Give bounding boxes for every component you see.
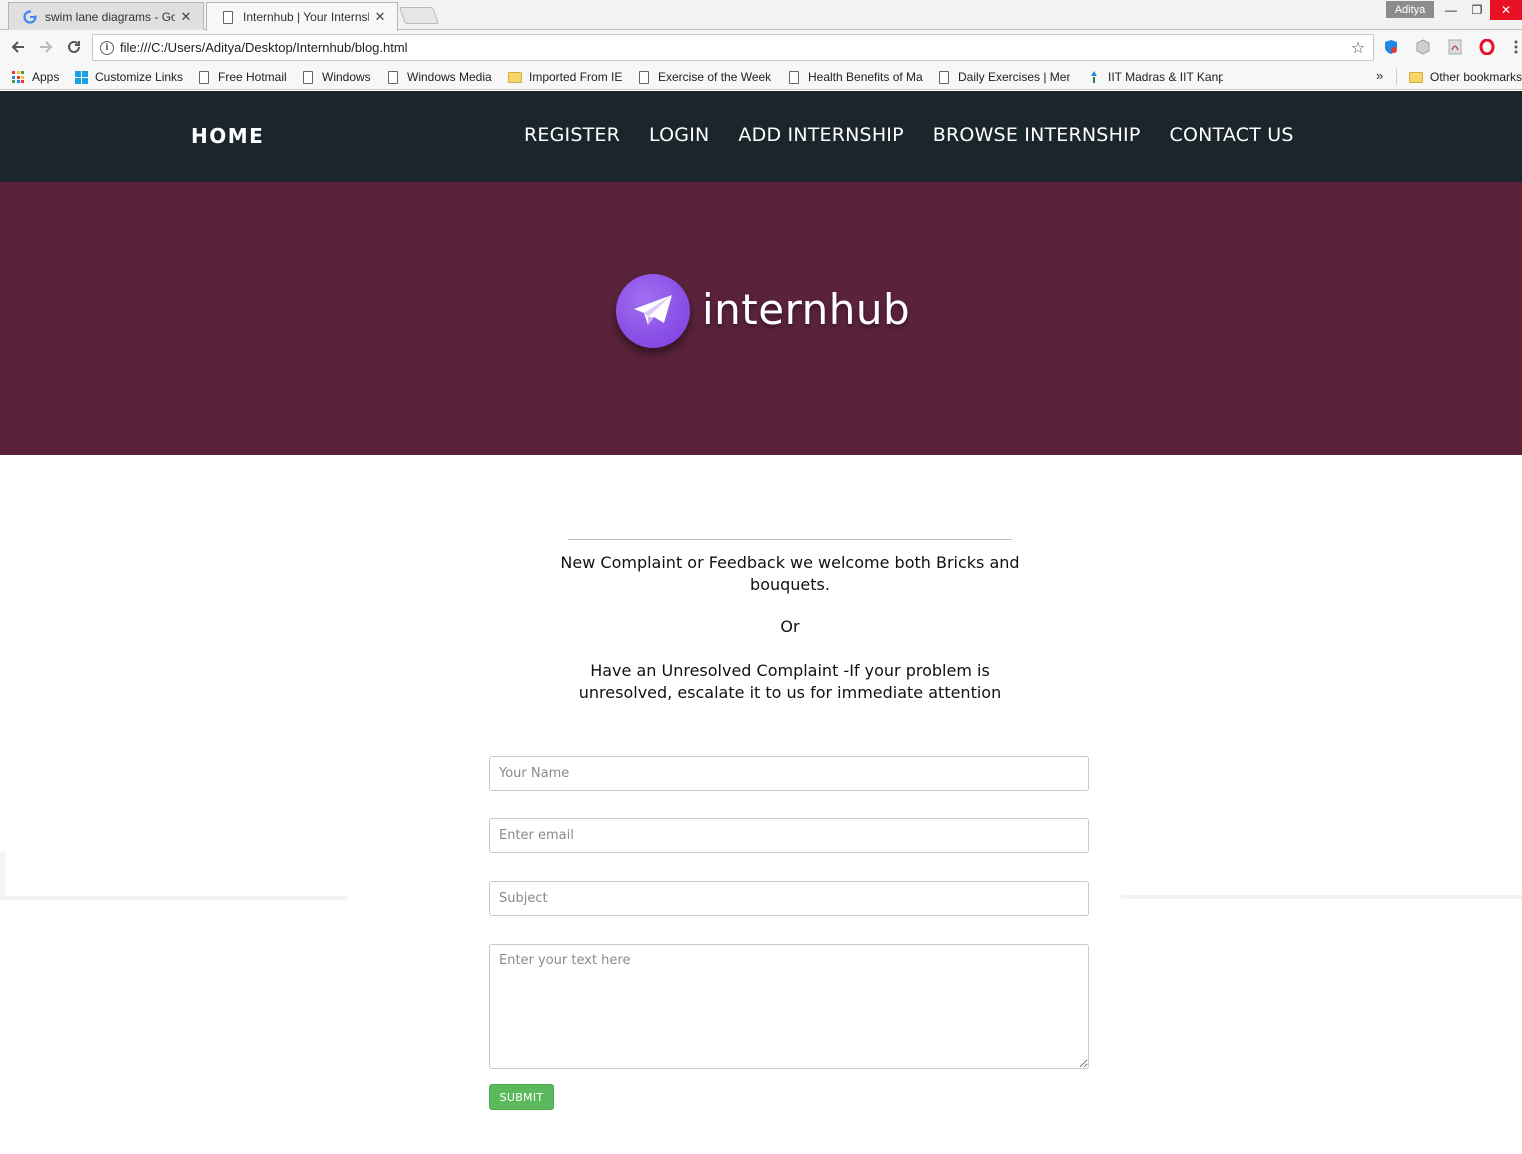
google-icon <box>23 10 37 24</box>
bookmark-label: Customize Links <box>95 70 184 84</box>
back-icon[interactable] <box>6 35 30 59</box>
nav-add-internship[interactable]: ADD INTERNSHIP <box>738 124 903 146</box>
bookmark-customize-links[interactable]: Customize Links <box>73 68 183 86</box>
logo-wordmark: internhub <box>702 285 911 334</box>
email-field[interactable] <box>489 818 1089 853</box>
tab-title: Internhub | Your Internsh <box>243 10 369 24</box>
bookmarks-overflow-icon[interactable]: » <box>1376 68 1383 83</box>
bookmark-label: IIT Madras & IIT Kanp <box>1108 70 1223 84</box>
opera-icon[interactable] <box>1478 38 1496 56</box>
nav-links: REGISTER LOGIN ADD INTERNSHIP BROWSE INT… <box>524 124 1323 146</box>
bookmark-apps[interactable]: Apps <box>10 68 59 86</box>
bookmark-free-hotmail[interactable]: Free Hotmail <box>196 68 287 86</box>
decorative-line-right <box>1121 895 1522 899</box>
nav-login[interactable]: LOGIN <box>649 124 709 146</box>
close-icon[interactable]: ✕ <box>179 9 193 25</box>
bookmark-label: Daily Exercises | Men <box>958 70 1070 84</box>
bookmark-label: Imported From IE <box>529 70 623 84</box>
url-text[interactable]: file:///C:/Users/Aditya/Desktop/Internhu… <box>120 40 1347 55</box>
page-icon <box>385 69 401 85</box>
bookmark-exercise-of-the-week[interactable]: Exercise of the Week <box>636 68 772 86</box>
nav-contact-us[interactable]: CONTACT US <box>1170 124 1294 146</box>
web-page: HOME REGISTER LOGIN ADD INTERNSHIP BROWS… <box>0 91 1522 1154</box>
decorative-edge <box>0 852 6 896</box>
profile-badge[interactable]: Aditya <box>1386 1 1434 18</box>
iit-icon <box>1086 69 1102 85</box>
intro-or-text: Or <box>780 617 800 636</box>
forward-icon[interactable] <box>34 35 58 59</box>
menu-icon[interactable] <box>1510 38 1522 56</box>
paper-plane-logo-icon <box>616 274 690 348</box>
nav-browse-internship[interactable]: BROWSE INTERNSHIP <box>933 124 1141 146</box>
bookmark-label: Apps <box>32 70 60 84</box>
bookmark-windows[interactable]: Windows <box>300 68 371 86</box>
subject-field[interactable] <box>489 881 1089 916</box>
name-field[interactable] <box>489 756 1089 791</box>
bookmarks-separator <box>1396 69 1397 85</box>
bookmark-label: Other bookmarks <box>1430 70 1522 84</box>
feedback-section: New Complaint or Feedback we welcome bot… <box>0 455 1522 1154</box>
divider <box>568 539 1012 540</box>
home-link[interactable]: HOME <box>191 124 264 148</box>
site-navbar: HOME REGISTER LOGIN ADD INTERNSHIP BROWS… <box>0 91 1522 182</box>
bookmark-imported-from-ie[interactable]: Imported From IE <box>507 68 622 86</box>
bookmark-daily-exercises[interactable]: Daily Exercises | Men <box>936 68 1070 86</box>
page-icon <box>300 69 316 85</box>
new-tab-button[interactable] <box>398 7 440 24</box>
tab-strip: swim lane diagrams - Go ✕ Internhub | Yo… <box>0 0 1522 31</box>
tab-swim-lane[interactable]: swim lane diagrams - Go ✕ <box>8 2 204 30</box>
intro-complaint-text: Have an Unresolved Complaint -If your pr… <box>578 661 1002 702</box>
apps-icon <box>10 69 26 85</box>
bookmark-iit-madras[interactable]: IIT Madras & IIT Kanp <box>1086 68 1223 86</box>
page-icon <box>786 69 802 85</box>
submit-button[interactable]: SUBMIT <box>489 1084 554 1110</box>
bookmark-other-bookmarks[interactable]: Other bookmarks <box>1408 68 1522 86</box>
page-icon <box>936 69 952 85</box>
bookmark-label: Health Benefits of Ma <box>808 70 923 84</box>
hero-banner: internhub <box>0 182 1522 455</box>
address-bar[interactable]: i file:///C:/Users/Aditya/Desktop/Intern… <box>92 34 1374 61</box>
message-textarea[interactable] <box>489 944 1089 1069</box>
tab-internhub[interactable]: Internhub | Your Internsh ✕ <box>206 2 398 31</box>
windows-logo-icon <box>73 69 89 85</box>
intro-feedback-text: New Complaint or Feedback we welcome bot… <box>560 553 1020 594</box>
tab-title: swim lane diagrams - Go <box>45 10 175 24</box>
nav-register[interactable]: REGISTER <box>524 124 620 146</box>
page-icon <box>636 69 652 85</box>
extension-shield-icon[interactable] <box>1382 38 1400 56</box>
bookmark-label: Windows <box>322 70 371 84</box>
page-icon <box>221 10 235 24</box>
restore-icon[interactable]: ❐ <box>1462 0 1492 20</box>
page-icon <box>196 69 212 85</box>
bookmark-label: Free Hotmail <box>218 70 287 84</box>
star-icon[interactable]: ☆ <box>1347 38 1369 58</box>
reload-icon[interactable] <box>62 35 86 59</box>
bookmark-label: Windows Media <box>407 70 492 84</box>
pdf-extension-icon[interactable] <box>1446 38 1464 56</box>
bookmark-label: Exercise of the Week <box>658 70 772 84</box>
folder-icon <box>1408 69 1424 85</box>
folder-icon <box>507 69 523 85</box>
bookmark-health-benefits[interactable]: Health Benefits of Ma <box>786 68 923 86</box>
bookmark-windows-media[interactable]: Windows Media <box>385 68 492 86</box>
close-window-icon[interactable]: ✕ <box>1490 0 1522 20</box>
decorative-line-left <box>0 896 348 900</box>
bookmarks-bar: Apps Customize Links Free Hotmail Window… <box>0 64 1522 90</box>
extension-cube-icon[interactable] <box>1414 38 1432 56</box>
close-icon[interactable]: ✕ <box>373 9 387 25</box>
info-icon[interactable]: i <box>100 40 114 55</box>
